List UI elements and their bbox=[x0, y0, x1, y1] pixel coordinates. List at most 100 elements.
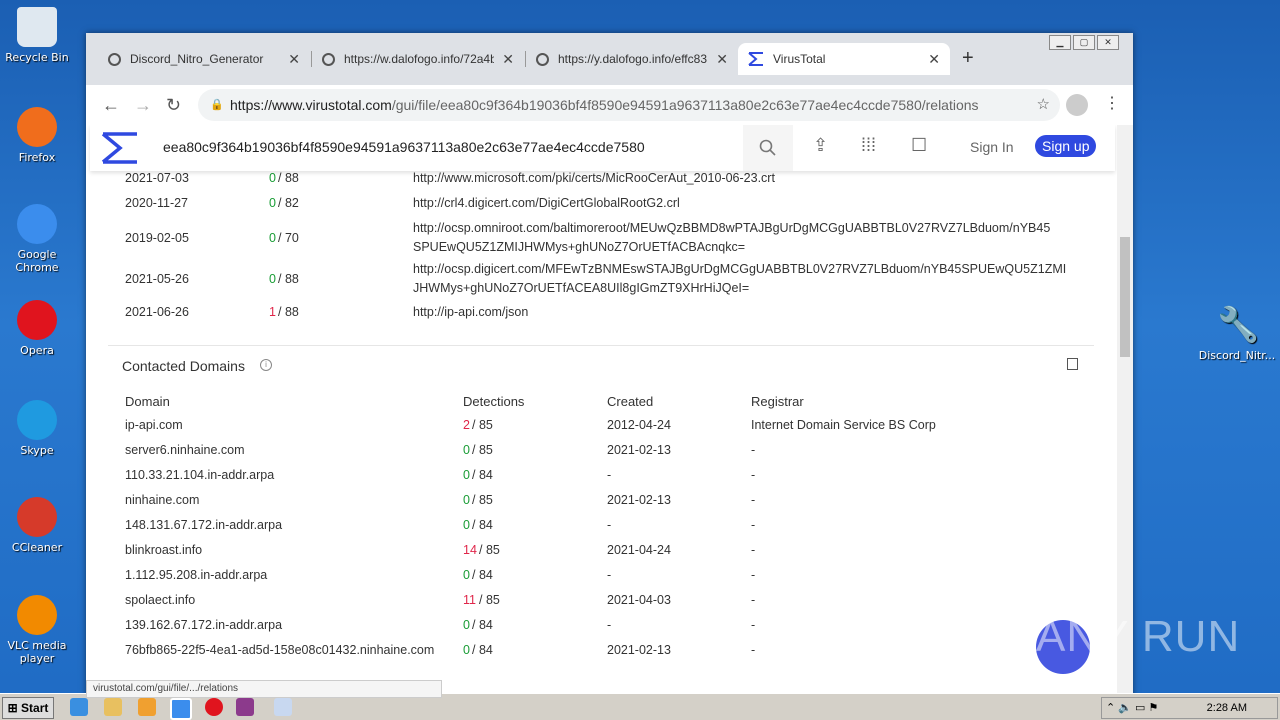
desktop-icon-label: Opera bbox=[20, 344, 54, 357]
back-icon[interactable]: ← bbox=[102, 95, 120, 116]
desktop-icon-vlc[interactable]: VLC media player bbox=[1, 595, 73, 665]
domain-row[interactable]: 1.112.95.208.in-addr.arpa 0 / 84 - - bbox=[108, 568, 1094, 590]
apps-grid-icon[interactable]: ⁞⁞⁞ bbox=[861, 135, 876, 156]
domain-cell: server6.ninhaine.com bbox=[125, 443, 245, 457]
sign-up-button[interactable]: Sign up bbox=[1035, 135, 1097, 157]
bookmark-star-icon[interactable]: ☆ bbox=[1037, 89, 1050, 121]
upload-icon[interactable]: ⇪ bbox=[813, 135, 828, 156]
url-detections-count: 0 bbox=[269, 171, 276, 185]
sign-in-link[interactable]: Sign In bbox=[970, 139, 1014, 155]
maximize-button[interactable]: ▢ bbox=[1073, 35, 1095, 50]
tab-title: Discord_Nitro_Generator bbox=[130, 52, 264, 66]
domain-row[interactable]: server6.ninhaine.com 0 / 85 2021-02-13 - bbox=[108, 443, 1094, 465]
detections-count: 0 bbox=[463, 568, 470, 582]
forward-icon[interactable]: → bbox=[134, 95, 152, 116]
info-icon[interactable]: i bbox=[260, 359, 272, 371]
close-window-button[interactable]: ✕ bbox=[1097, 35, 1119, 50]
domain-cell: 76bfb865-22f5-4ea1-ad5d-158e08c01432.nin… bbox=[125, 643, 435, 657]
url-detections-count: 0 bbox=[269, 196, 276, 210]
domain-row[interactable]: blinkroast.info 14 / 85 2021-04-24 - bbox=[108, 543, 1094, 565]
url-link[interactable]: http://crl4.digicert.com/DigiCertGlobalR… bbox=[413, 196, 680, 210]
url-detections-total: / 88 bbox=[278, 305, 299, 319]
tab-virustotal[interactable]: VirusTotal ✕ bbox=[738, 43, 950, 75]
globe-icon bbox=[536, 52, 549, 66]
notepad-icon[interactable] bbox=[274, 698, 292, 716]
desktop-icon-opera[interactable]: Opera bbox=[1, 300, 73, 357]
url-link[interactable]: http://ocsp.digicert.com/MFEwTzBNMEswSTA… bbox=[413, 262, 1066, 276]
search-hash-input[interactable]: eea80c9f364b19036bf4f8590e94591a9637113a… bbox=[163, 139, 645, 155]
desktop-icon-skype[interactable]: Skype bbox=[1, 400, 73, 457]
url-link-continued: JHWMys+ghUNoZ7OrUETfACEA8UIl8gIGmZT9XHrH… bbox=[413, 281, 750, 295]
registrar-cell: - bbox=[751, 468, 756, 482]
close-tab-icon[interactable]: ✕ bbox=[928, 51, 940, 68]
copy-icon[interactable] bbox=[1067, 358, 1078, 370]
url-detections-count: 1 bbox=[269, 305, 276, 319]
registrar-cell: - bbox=[751, 493, 756, 507]
search-icon bbox=[759, 139, 776, 156]
tab-title: https://y.dalofogo.info/effc83 bbox=[558, 52, 707, 66]
url-host: https://www.virustotal.com bbox=[230, 97, 392, 113]
opera-taskbar-icon[interactable] bbox=[205, 698, 223, 716]
lock-icon: 🔒 bbox=[210, 99, 224, 111]
virustotal-logo-icon[interactable] bbox=[100, 131, 140, 165]
chat-icon[interactable]: ☐ bbox=[911, 135, 927, 156]
created-cell: 2021-04-24 bbox=[607, 543, 671, 557]
reload-icon[interactable]: ↻ bbox=[166, 95, 181, 116]
domain-row[interactable]: spolaect.info 11 / 85 2021-04-03 - bbox=[108, 593, 1094, 615]
minimize-button[interactable]: ▁ bbox=[1049, 35, 1071, 50]
tray-icons[interactable]: ⌃ 🔈 ▭ ⚑ bbox=[1106, 698, 1158, 718]
vlc-icon bbox=[17, 595, 57, 635]
desktop-icon-label: Skype bbox=[20, 444, 54, 457]
status-bar-url: virustotal.com/gui/file/.../relations bbox=[86, 680, 442, 698]
url-detections-count: 0 bbox=[269, 272, 276, 286]
detections-total: / 85 bbox=[472, 443, 493, 457]
desktop-icon-label: Firefox bbox=[18, 151, 56, 164]
globe-icon bbox=[322, 52, 335, 66]
desktop-icon-firefox[interactable]: Firefox bbox=[1, 107, 73, 164]
desktop-icon-discord-nitro[interactable]: 🔧 Discord_Nitr... bbox=[1198, 305, 1276, 362]
col-registrar[interactable]: Registrar bbox=[751, 394, 804, 409]
domain-cell: 139.162.67.172.in-addr.arpa bbox=[125, 618, 283, 632]
close-tab-icon[interactable]: ✕ bbox=[502, 51, 514, 68]
skype-icon bbox=[17, 400, 57, 440]
detections-total: / 84 bbox=[472, 568, 493, 582]
url-link[interactable]: http://ocsp.omniroot.com/baltimoreroot/M… bbox=[413, 221, 1050, 235]
domain-row[interactable]: ninhaine.com 0 / 85 2021-02-13 - bbox=[108, 493, 1094, 515]
watermark: ANY RUN bbox=[1036, 612, 1241, 661]
explorer-icon[interactable] bbox=[104, 698, 122, 716]
detections-total: / 84 bbox=[472, 468, 493, 482]
col-domain[interactable]: Domain bbox=[125, 394, 170, 409]
close-tab-icon[interactable]: ✕ bbox=[716, 51, 728, 68]
desktop-icon-ccleaner[interactable]: CCleaner bbox=[1, 497, 73, 554]
detections-total: / 84 bbox=[472, 518, 493, 532]
start-button[interactable]: ⊞ Start bbox=[2, 697, 54, 719]
desktop-icon-recycle-bin[interactable]: Recycle Bin bbox=[1, 7, 73, 64]
menu-kebab-icon[interactable]: ⋮ bbox=[1104, 93, 1120, 113]
tab-discord[interactable]: Discord_Nitro_Generator ✕ bbox=[98, 43, 310, 75]
chrome-taskbar-icon[interactable] bbox=[170, 698, 192, 720]
domain-row[interactable]: 148.131.67.172.in-addr.arpa 0 / 84 - - bbox=[108, 518, 1094, 540]
ie-icon[interactable] bbox=[70, 698, 88, 716]
media-player-icon[interactable] bbox=[138, 698, 156, 716]
profile-avatar[interactable] bbox=[1066, 94, 1088, 116]
detections-count: 0 bbox=[463, 493, 470, 507]
url-link[interactable]: http://www.microsoft.com/pki/certs/MicRo… bbox=[413, 171, 775, 185]
col-detections[interactable]: Detections bbox=[463, 394, 524, 409]
domain-row[interactable]: 76bfb865-22f5-4ea1-ad5d-158e08c01432.nin… bbox=[108, 643, 1094, 665]
url-path: /gui/file/eea80c9f364b19036bf4f8590e9459… bbox=[391, 97, 979, 113]
col-created[interactable]: Created bbox=[607, 394, 653, 409]
url-input[interactable]: 🔒 https://www.virustotal.com/gui/file/ee… bbox=[198, 89, 1060, 121]
tab-dalofogo-y[interactable]: https://y.dalofogo.info/effc83 ✕ bbox=[526, 43, 738, 75]
url-link[interactable]: http://ip-api.com/json bbox=[413, 305, 528, 319]
domain-cell: 148.131.67.172.in-addr.arpa bbox=[125, 518, 283, 532]
close-tab-icon[interactable]: ✕ bbox=[288, 51, 300, 68]
domain-row[interactable]: 139.162.67.172.in-addr.arpa 0 / 84 - - bbox=[108, 618, 1094, 640]
wrench-icon: 🔧 bbox=[1217, 305, 1260, 345]
new-tab-button[interactable]: + bbox=[962, 47, 974, 70]
domain-row[interactable]: 110.33.21.104.in-addr.arpa 0 / 84 - - bbox=[108, 468, 1094, 490]
domain-row[interactable]: ip-api.com 2 / 85 2012-04-24 Internet Domai… bbox=[108, 418, 1094, 440]
winrar-icon[interactable] bbox=[236, 698, 254, 716]
desktop-icon-chrome[interactable]: Google Chrome bbox=[1, 204, 73, 274]
tab-dalofogo-w[interactable]: https://w.dalofogo.info/72a4b ✕ bbox=[312, 43, 524, 75]
search-button[interactable] bbox=[743, 125, 793, 171]
